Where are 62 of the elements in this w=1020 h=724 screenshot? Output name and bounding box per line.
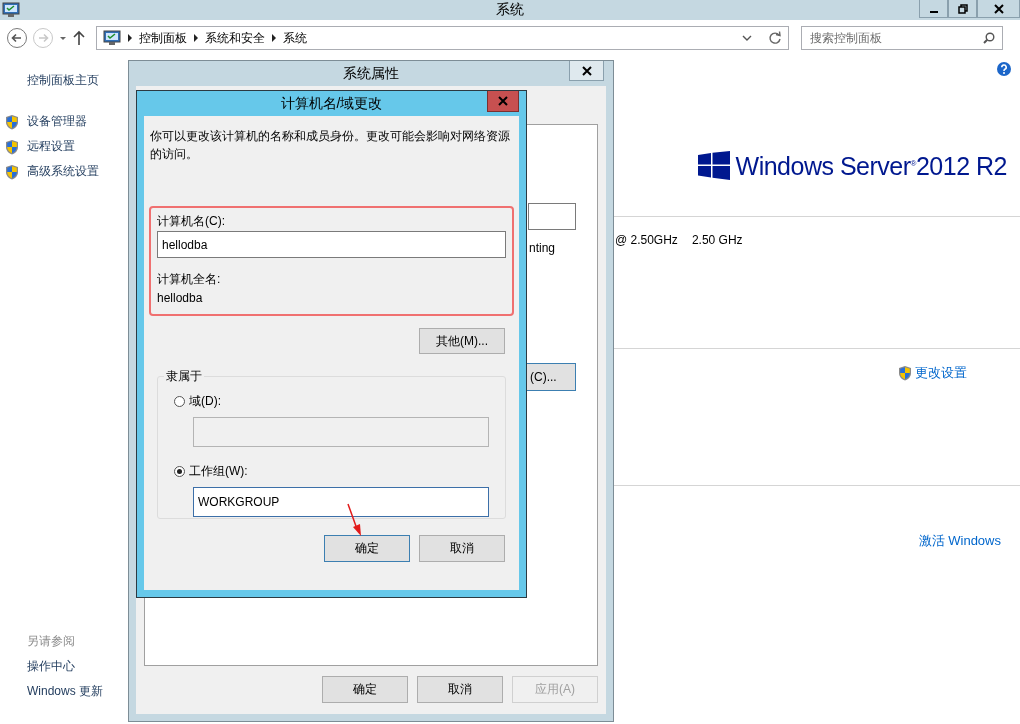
minimize-icon	[929, 10, 938, 13]
see-also-heading: 另请参阅	[27, 633, 76, 650]
radio-option[interactable]: 域(D):	[174, 391, 489, 411]
shield-icon	[4, 138, 20, 155]
processor-model: @ 2.50GHz	[615, 233, 678, 249]
dialog-button[interactable]: 确定	[322, 676, 408, 703]
minimize-button[interactable]	[919, 0, 948, 18]
sidebar-link[interactable]: 设备管理器	[27, 113, 87, 130]
shield-icon	[4, 113, 20, 130]
search-icon	[983, 32, 995, 44]
sidebar-link[interactable]: 远程设置	[27, 138, 75, 155]
sidebar-link[interactable]: 操作中心	[27, 658, 128, 683]
restore-icon	[957, 3, 968, 14]
activate-windows-link[interactable]: 激活 Windows	[918, 532, 1001, 550]
group-label: 隶属于	[165, 368, 203, 385]
field-label: 计算机全名:	[157, 271, 222, 288]
restore-button[interactable]	[948, 0, 977, 18]
windows-flag-icon	[697, 151, 730, 181]
text-field[interactable]	[528, 203, 576, 230]
dialog-title: 计算机名/域更改	[280, 94, 383, 113]
dialog-description: 你可以更改该计算机的名称和成员身份。更改可能会影响对网络资源的访问。	[150, 129, 510, 161]
shield-icon	[4, 163, 20, 180]
change-settings-link[interactable]: 更改设置	[915, 364, 967, 382]
product-name: Windows Server$^{®}$2012 R2	[735, 151, 1007, 181]
field-label: 计算机名(C):	[157, 213, 226, 230]
dialog-button[interactable]: 取消	[419, 535, 505, 562]
processor-speed: 2.50 GHz	[691, 233, 743, 249]
breadcrumb[interactable]: 系统和安全	[205, 29, 265, 47]
sidebar-link[interactable]: 高级系统设置	[27, 163, 99, 180]
computer-name-field[interactable]: hellodba	[157, 231, 506, 258]
help-icon[interactable]	[997, 62, 1011, 76]
radio-option[interactable]: 工作组(W):	[174, 461, 489, 481]
computer-icon	[103, 30, 121, 46]
dialog-button[interactable]: 确定	[324, 535, 410, 562]
panel-text: nting	[529, 241, 557, 255]
search-field[interactable]: 搜索控制面板	[801, 26, 1003, 50]
annotation-arrow	[344, 503, 364, 537]
dropdown-icon[interactable]	[742, 34, 752, 42]
close-icon	[993, 3, 1004, 14]
sidebar-link[interactable]: Windows 更新	[27, 683, 128, 708]
breadcrumb[interactable]: 系统	[283, 29, 307, 47]
more-button[interactable]: 其他(M)...	[419, 328, 505, 354]
close-button[interactable]	[569, 61, 604, 81]
computer-icon	[2, 2, 20, 18]
window-title: 系统	[495, 1, 525, 19]
text-field[interactable]: WORKGROUP	[193, 487, 489, 517]
address-bar[interactable]: 控制面板 系统和安全 系统	[96, 26, 789, 50]
dialog-button[interactable]: 取消	[417, 676, 503, 703]
chevron-icon	[127, 34, 133, 42]
close-button[interactable]	[977, 0, 1020, 18]
back-button[interactable]	[6, 27, 28, 49]
shield-icon	[897, 365, 913, 381]
chevron-icon	[193, 34, 199, 42]
full-computer-name: hellodba	[157, 291, 204, 305]
chevron-icon	[271, 34, 277, 42]
breadcrumb[interactable]: 控制面板	[139, 29, 187, 47]
close-icon	[498, 96, 508, 106]
up-button[interactable]	[72, 30, 86, 46]
dialog-title: 系统属性	[343, 64, 399, 83]
close-icon	[581, 65, 592, 76]
sidebar-link[interactable]: 控制面板主页	[27, 72, 128, 89]
refresh-icon[interactable]	[768, 31, 782, 45]
